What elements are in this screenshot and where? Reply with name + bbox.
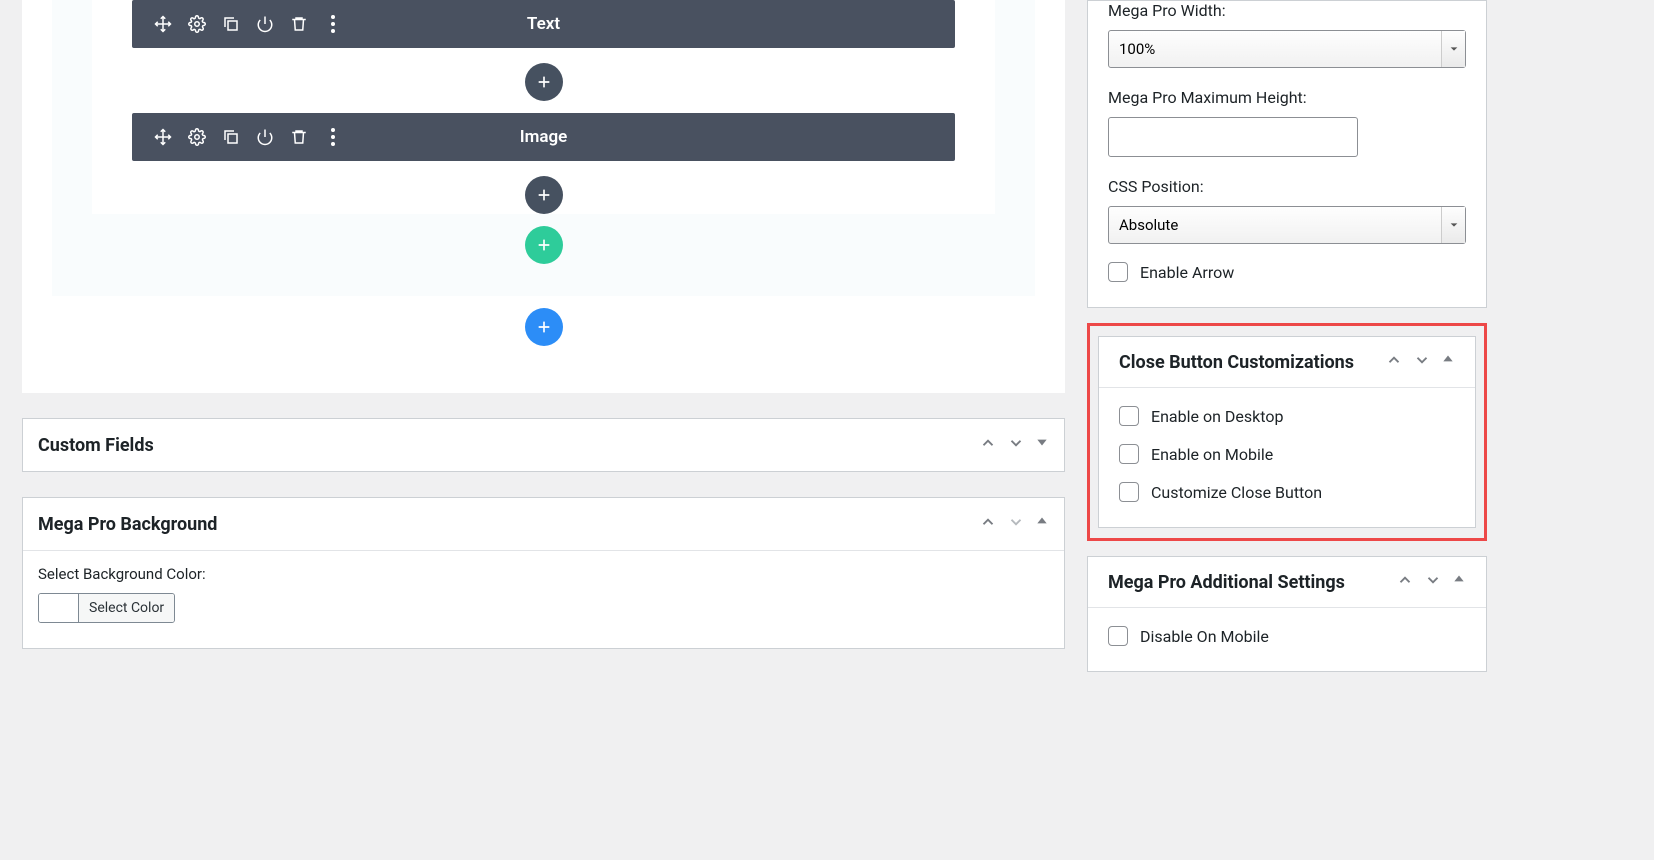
more-icon[interactable] xyxy=(324,128,342,146)
add-module-button[interactable] xyxy=(525,176,563,214)
chevron-down-icon xyxy=(1441,207,1465,243)
check-label: Customize Close Button xyxy=(1151,483,1322,502)
chevron-up-icon[interactable] xyxy=(1385,351,1403,373)
checkbox[interactable] xyxy=(1119,444,1139,464)
color-swatch[interactable] xyxy=(39,594,79,622)
power-icon[interactable] xyxy=(256,15,274,33)
chevron-down-icon xyxy=(1441,31,1465,67)
add-section-button[interactable] xyxy=(525,308,563,346)
panel-title: Mega Pro Background xyxy=(38,514,979,535)
panel-custom-fields: Custom Fields xyxy=(22,418,1065,472)
chevron-up-icon[interactable] xyxy=(1396,571,1414,593)
panel-title: Mega Pro Additional Settings xyxy=(1108,572,1396,593)
module-label: Image xyxy=(520,127,568,147)
panel-title: Custom Fields xyxy=(38,435,979,456)
triangle-down-icon[interactable] xyxy=(1035,434,1049,456)
color-picker[interactable]: Select Color xyxy=(38,593,175,623)
module-toolbar xyxy=(132,15,342,33)
panel-close-button: Close Button Customizations Enable on De… xyxy=(1098,336,1476,528)
enable-mobile-check[interactable]: Enable on Mobile xyxy=(1119,444,1455,464)
gear-icon[interactable] xyxy=(188,128,206,146)
disable-mobile-check[interactable]: Disable On Mobile xyxy=(1108,626,1466,646)
check-label: Enable Arrow xyxy=(1140,263,1234,282)
css-position-label: CSS Position: xyxy=(1108,177,1466,196)
select-value: 100% xyxy=(1119,40,1155,58)
panel-additional-settings: Mega Pro Additional Settings Disable On … xyxy=(1087,556,1487,672)
max-height-input[interactable] xyxy=(1108,117,1358,157)
module-label: Text xyxy=(527,14,560,34)
select-value: Absolute xyxy=(1119,216,1178,234)
check-label: Enable on Desktop xyxy=(1151,407,1283,426)
customize-close-check[interactable]: Customize Close Button xyxy=(1119,482,1455,502)
module-bar-text[interactable]: Text xyxy=(132,0,955,48)
add-module-button[interactable] xyxy=(525,63,563,101)
module-toolbar xyxy=(132,128,342,146)
max-height-label: Mega Pro Maximum Height: xyxy=(1108,88,1466,107)
triangle-up-icon[interactable] xyxy=(1441,351,1455,373)
add-row-button[interactable] xyxy=(525,226,563,264)
chevron-down-icon[interactable] xyxy=(1424,571,1442,593)
chevron-up-icon[interactable] xyxy=(979,513,997,535)
check-label: Enable on Mobile xyxy=(1151,445,1273,464)
checkbox[interactable] xyxy=(1108,626,1128,646)
move-icon[interactable] xyxy=(154,15,172,33)
chevron-down-icon[interactable] xyxy=(1007,434,1025,456)
checkbox[interactable] xyxy=(1108,262,1128,282)
width-label: Mega Pro Width: xyxy=(1108,1,1466,20)
chevron-down-icon[interactable] xyxy=(1413,351,1431,373)
module-bar-image[interactable]: Image xyxy=(132,113,955,161)
more-icon[interactable] xyxy=(324,15,342,33)
duplicate-icon[interactable] xyxy=(222,15,240,33)
bg-color-label: Select Background Color: xyxy=(38,565,1049,583)
check-label: Disable On Mobile xyxy=(1140,627,1269,646)
panel-title: Close Button Customizations xyxy=(1119,352,1385,373)
css-position-select[interactable]: Absolute xyxy=(1108,206,1466,244)
trash-icon[interactable] xyxy=(290,15,308,33)
move-icon[interactable] xyxy=(154,128,172,146)
power-icon[interactable] xyxy=(256,128,274,146)
panel-mega-sizing: Mega Pro Width: 100% Mega Pro Maximum He… xyxy=(1087,0,1487,308)
enable-desktop-check[interactable]: Enable on Desktop xyxy=(1119,406,1455,426)
triangle-up-icon[interactable] xyxy=(1035,513,1049,535)
width-select[interactable]: 100% xyxy=(1108,30,1466,68)
enable-arrow-check[interactable]: Enable Arrow xyxy=(1108,262,1466,282)
duplicate-icon[interactable] xyxy=(222,128,240,146)
highlighted-section: Close Button Customizations Enable on De… xyxy=(1087,323,1487,541)
panel-mega-background: Mega Pro Background Select Background Co… xyxy=(22,497,1065,649)
gear-icon[interactable] xyxy=(188,15,206,33)
checkbox[interactable] xyxy=(1119,482,1139,502)
triangle-up-icon[interactable] xyxy=(1452,571,1466,593)
color-picker-label: Select Color xyxy=(79,594,174,622)
chevron-up-icon[interactable] xyxy=(979,434,997,456)
chevron-down-icon[interactable] xyxy=(1007,513,1025,535)
trash-icon[interactable] xyxy=(290,128,308,146)
checkbox[interactable] xyxy=(1119,406,1139,426)
